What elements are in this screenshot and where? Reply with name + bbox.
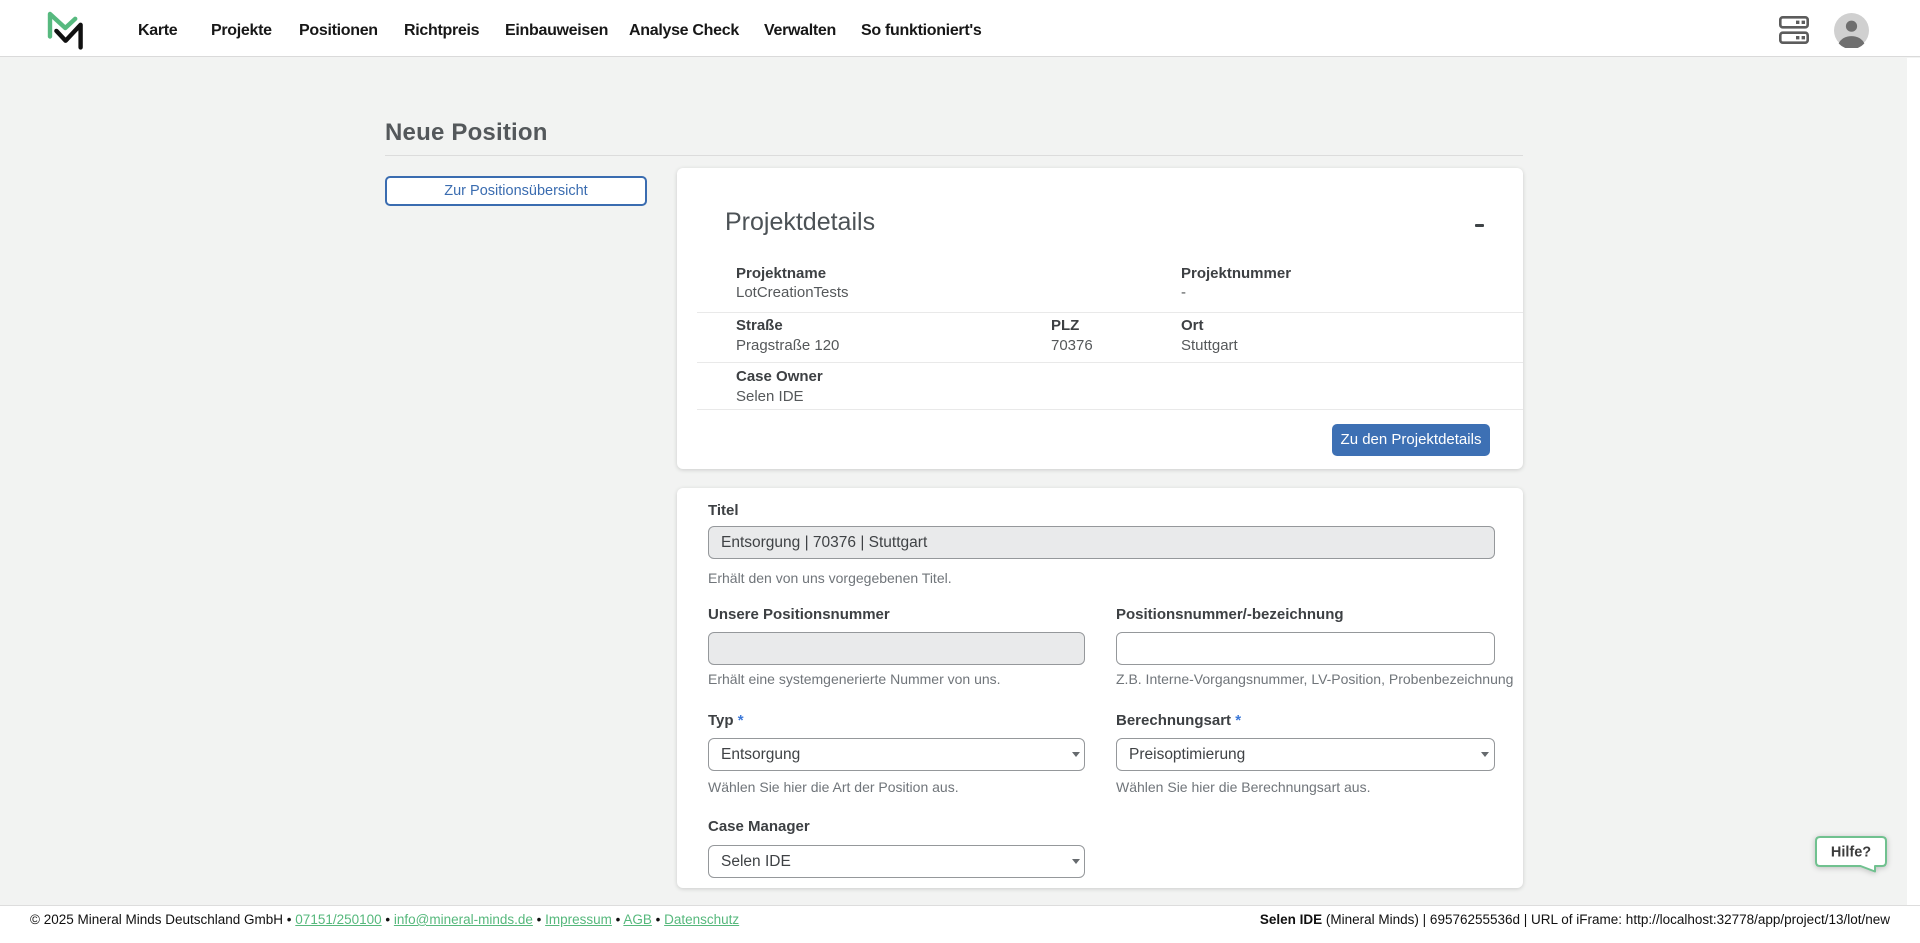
svg-text:Hilfe?: Hilfe? — [1831, 845, 1871, 861]
